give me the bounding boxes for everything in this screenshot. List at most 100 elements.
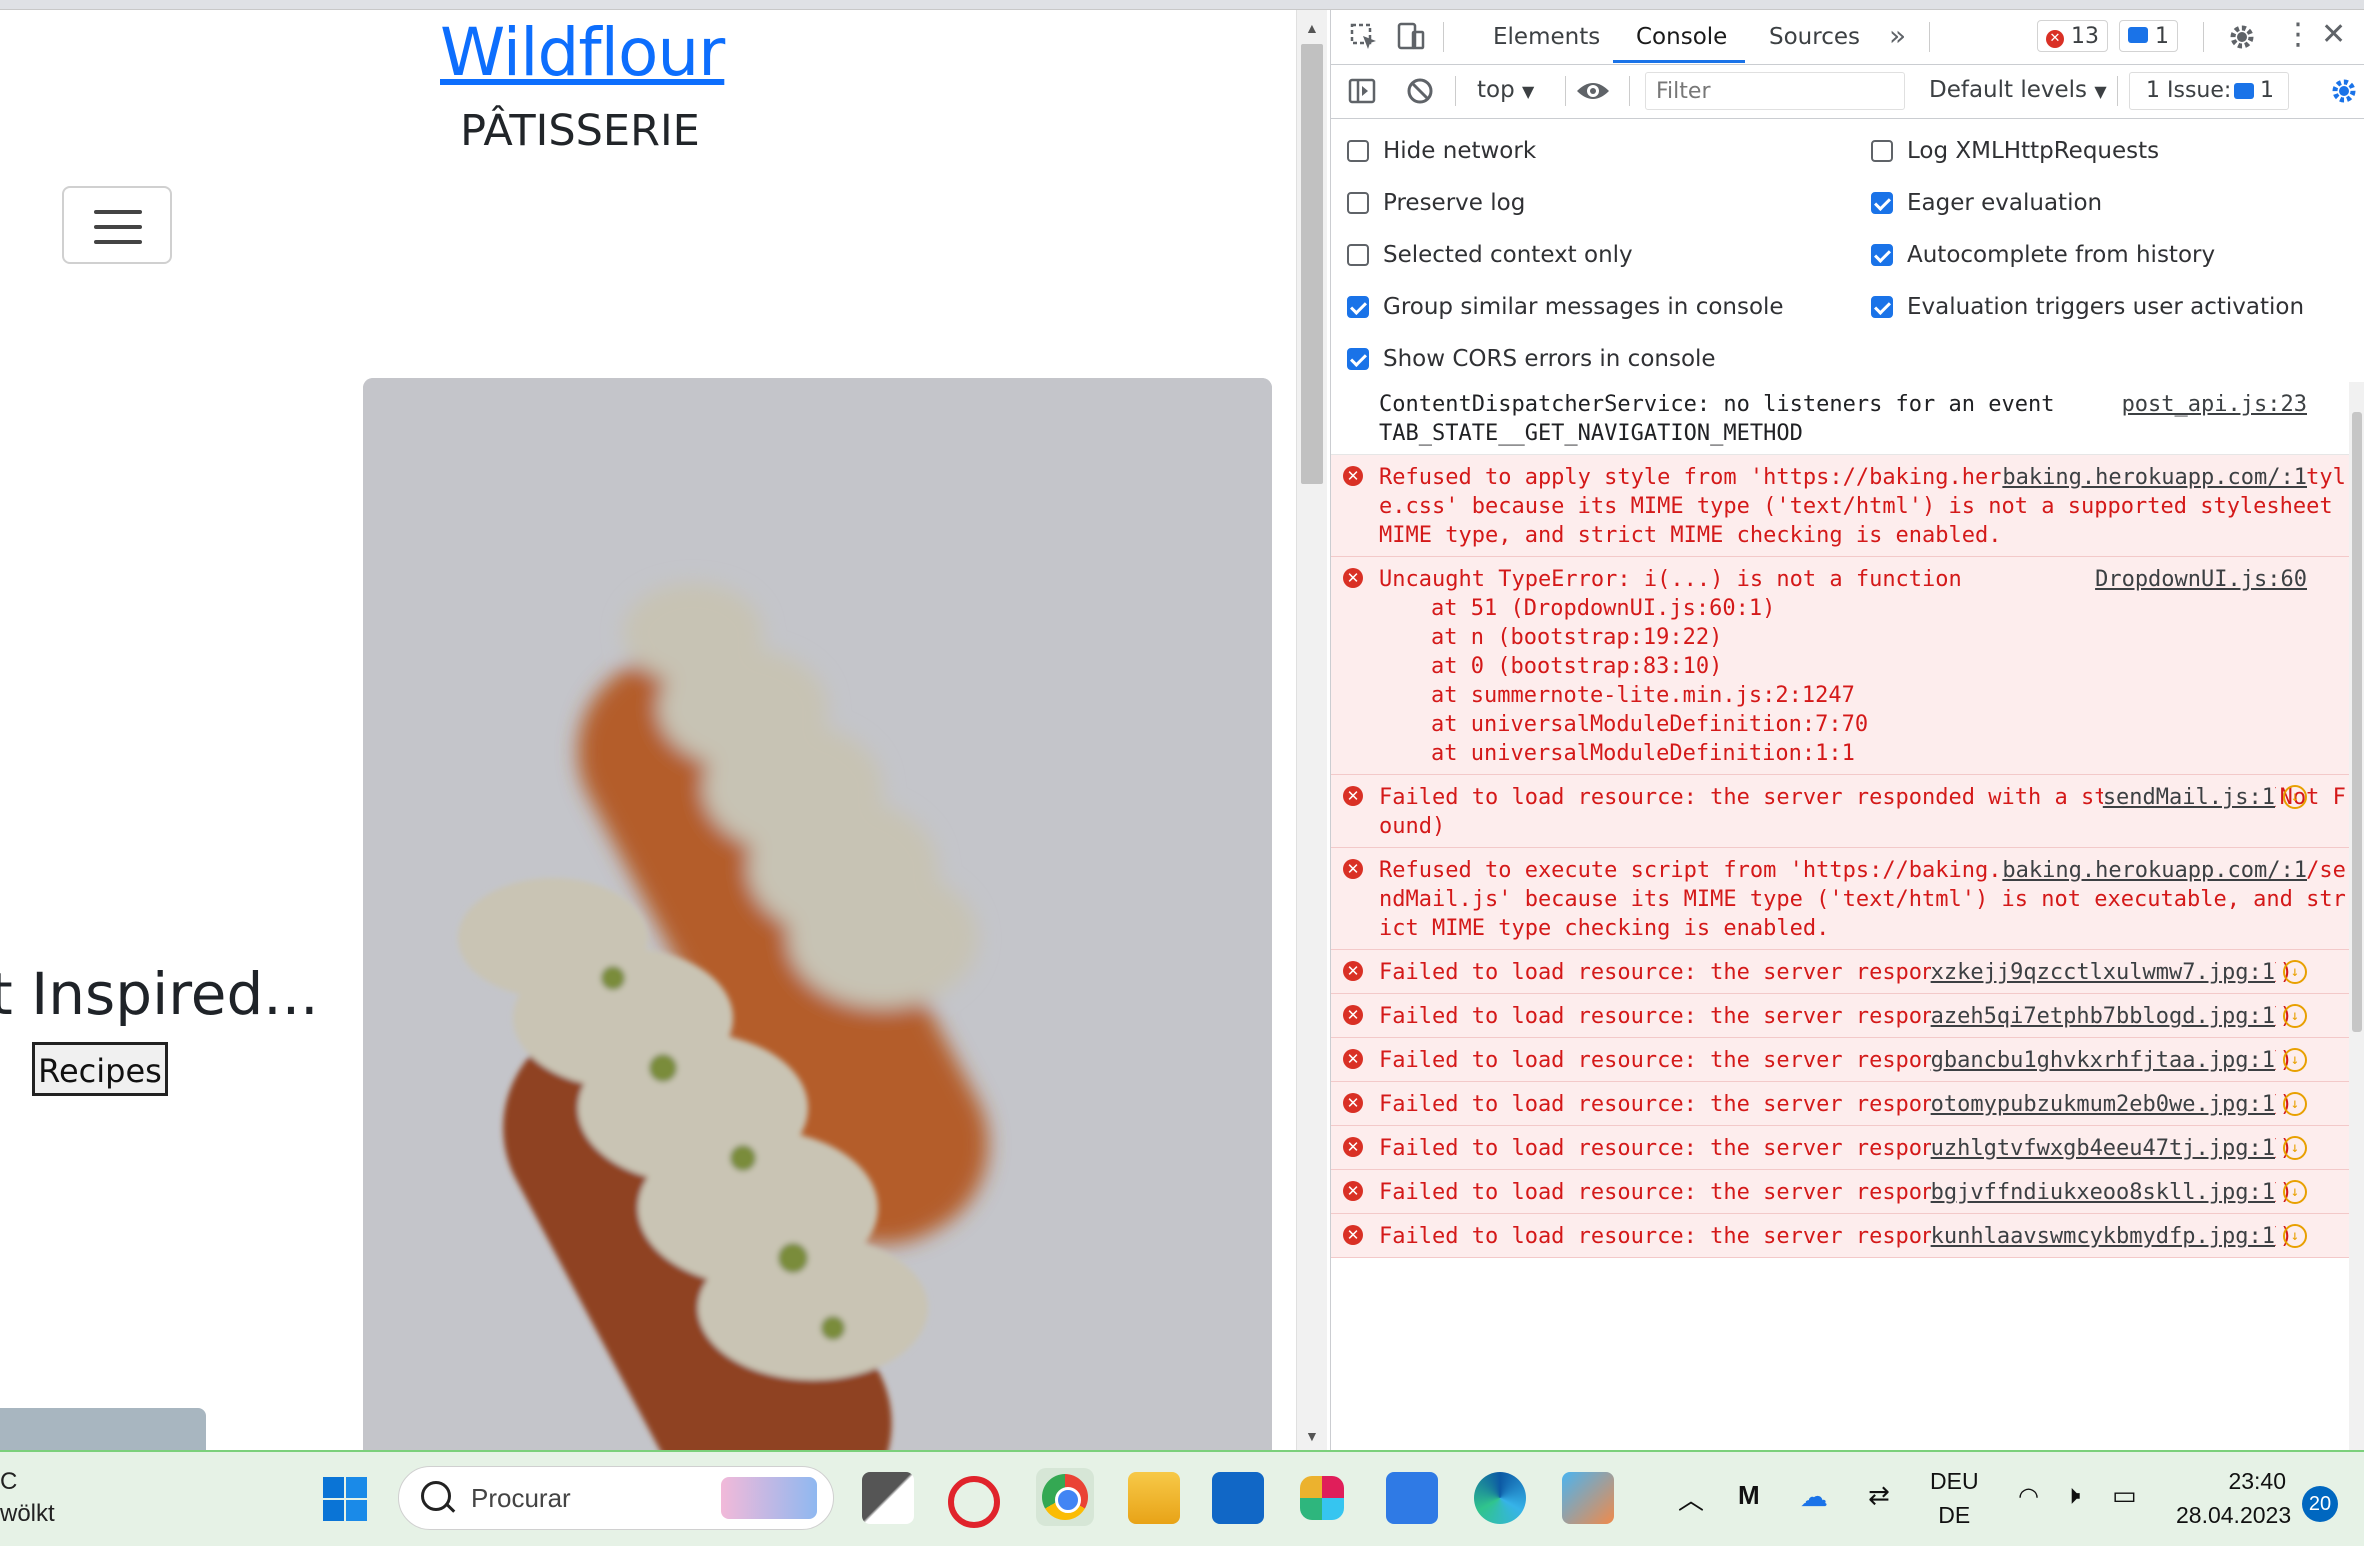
- notification-badge[interactable]: 20: [2302, 1486, 2338, 1522]
- store-icon[interactable]: [1212, 1472, 1264, 1524]
- file-explorer-icon[interactable]: [1128, 1472, 1180, 1524]
- close-icon[interactable]: ✕: [2321, 20, 2346, 50]
- stack-frame[interactable]: at summernote-lite.min.js:2:1247: [1379, 681, 2349, 710]
- context-selector[interactable]: top ▼: [1477, 77, 1534, 103]
- source-link[interactable]: gbancbu1ghvkxrhfjtaa.jpg:1: [1930, 1046, 2275, 1075]
- hamburger-line: [94, 240, 142, 244]
- more-options-icon[interactable]: ⋮: [2283, 20, 2313, 50]
- wifi-icon[interactable]: ◠: [2018, 1482, 2039, 1511]
- source-link[interactable]: DropdownUI.js:60: [2095, 565, 2307, 594]
- inspect-element-icon[interactable]: [1349, 22, 1379, 52]
- network-request-icon[interactable]: ↓: [2283, 960, 2307, 984]
- edge-icon[interactable]: [1474, 1472, 1526, 1524]
- source-link[interactable]: uzhlgtvfwxgb4eeu47tj.jpg:1: [1930, 1134, 2275, 1163]
- checkbox[interactable]: [1347, 140, 1369, 162]
- clock[interactable]: 23:40 28.04.2023: [2176, 1464, 2291, 1532]
- stack-frame[interactable]: at universalModuleDefinition:7:70: [1379, 710, 2349, 739]
- paint-icon[interactable]: [1562, 1472, 1614, 1524]
- filter-input[interactable]: Filter: [1645, 72, 1905, 110]
- source-link[interactable]: bgjvffndiukxeoo8skll.jpg:1: [1930, 1178, 2275, 1207]
- checkbox[interactable]: [1871, 296, 1893, 318]
- stack-frame[interactable]: at universalModuleDefinition:1:1: [1379, 739, 2349, 768]
- error-icon: ✕: [1343, 1181, 1363, 1201]
- network-request-icon[interactable]: ↓: [2283, 1180, 2307, 1204]
- windows-start-icon[interactable]: [322, 1476, 368, 1522]
- network-request-icon[interactable]: ↓: [2283, 1092, 2307, 1116]
- console-scrollbar[interactable]: [2349, 382, 2364, 1450]
- network-request-icon[interactable]: ↓: [2283, 1136, 2307, 1160]
- source-link[interactable]: kunhlaavswmcykbmydfp.jpg:1: [1930, 1222, 2275, 1251]
- setting-autocomplete-history[interactable]: Autocomplete from history: [1871, 242, 2215, 268]
- scroll-up-icon[interactable]: ▲: [1305, 20, 1319, 36]
- console-scrollbar-thumb[interactable]: [2352, 412, 2362, 1032]
- source-link[interactable]: azeh5qi7etphb7bblogd.jpg:1: [1930, 1002, 2275, 1031]
- checkbox[interactable]: [1347, 192, 1369, 214]
- console-messages: ContentDispatcherService: no listeners f…: [1331, 382, 2349, 1450]
- show-hidden-icons[interactable]: ︿: [1678, 1480, 1704, 1517]
- setting-preserve-log[interactable]: Preserve log: [1347, 190, 1525, 216]
- network-request-icon[interactable]: ↓: [2283, 1004, 2307, 1028]
- chrome-button[interactable]: [1036, 1468, 1094, 1526]
- stack-frame[interactable]: at 51 (DropdownUI.js:60:1): [1379, 594, 2349, 623]
- source-link[interactable]: baking.herokuapp.com/:1: [2002, 463, 2307, 492]
- taskbar-search[interactable]: Procurar: [398, 1466, 834, 1530]
- tab-elements[interactable]: Elements: [1493, 24, 1600, 50]
- language-indicator[interactable]: DEU DE: [1930, 1464, 1979, 1532]
- recipes-button[interactable]: Recipes: [32, 1042, 168, 1096]
- device-toolbar-icon[interactable]: [1395, 20, 1425, 52]
- navbar-toggler-button[interactable]: [62, 186, 172, 264]
- stack-frame[interactable]: at n (bootstrap:19:22): [1379, 623, 2349, 652]
- clear-console-icon[interactable]: [1405, 76, 1435, 106]
- more-tabs-icon[interactable]: »: [1889, 22, 1906, 50]
- source-link[interactable]: post_api.js:23: [2121, 390, 2307, 419]
- issues-button[interactable]: 1 Issue: 1: [2129, 72, 2289, 110]
- network-request-icon[interactable]: ↓: [2283, 1048, 2307, 1072]
- console-error-message: ✕ Refused to execute script from 'https:/…: [1331, 848, 2349, 950]
- error-count-badge[interactable]: ✕ 13: [2037, 20, 2108, 52]
- checkbox[interactable]: [1347, 296, 1369, 318]
- setting-show-cors-errors[interactable]: Show CORS errors in console: [1347, 346, 1716, 372]
- log-levels-dropdown[interactable]: Default levels ▼: [1929, 77, 2107, 103]
- live-expression-eye-icon[interactable]: [1575, 78, 1611, 104]
- setting-evaluation-triggers-activation[interactable]: Evaluation triggers user activation: [1871, 294, 2304, 320]
- network-request-icon[interactable]: ↓: [2283, 785, 2307, 809]
- stack-frame[interactable]: at 0 (bootstrap:83:10): [1379, 652, 2349, 681]
- source-link[interactable]: baking.herokuapp.com/:1: [2002, 856, 2307, 885]
- weather-widget[interactable]: C wölkt: [0, 1466, 55, 1530]
- volume-icon[interactable]: 🕨: [2064, 1480, 2080, 1512]
- source-link[interactable]: xzkejj9qzcctlxulwmw7.jpg:1: [1930, 958, 2275, 987]
- source-link[interactable]: otomypubzukmum2eb0we.jpg:1: [1930, 1090, 2275, 1119]
- scroll-down-icon[interactable]: ▼: [1305, 1428, 1319, 1444]
- checkbox[interactable]: [1871, 192, 1893, 214]
- calendar-icon[interactable]: [1386, 1472, 1438, 1524]
- network-request-icon[interactable]: ↓: [2283, 1224, 2307, 1248]
- checkbox[interactable]: [1347, 348, 1369, 370]
- setting-eager-evaluation[interactable]: Eager evaluation: [1871, 190, 2102, 216]
- setting-log-xhr[interactable]: Log XMLHttpRequests: [1871, 138, 2159, 164]
- battery-icon[interactable]: ▭: [2112, 1480, 2137, 1511]
- console-settings-gear-icon[interactable]: [2329, 76, 2359, 106]
- page-scrollbar-thumb[interactable]: [1301, 44, 1323, 484]
- setting-group-similar[interactable]: Group similar messages in console: [1347, 294, 1784, 320]
- gear-icon[interactable]: [2227, 22, 2257, 52]
- setting-hide-network[interactable]: Hide network: [1347, 138, 1536, 164]
- console-error-message: ✕ Failed to load resource: the server res…: [1331, 1170, 2349, 1214]
- checkbox[interactable]: [1871, 244, 1893, 266]
- opera-icon[interactable]: [948, 1476, 1000, 1528]
- tray-settings-icon[interactable]: ⇄: [1868, 1480, 1890, 1511]
- task-view-icon[interactable]: [862, 1472, 914, 1524]
- onedrive-icon[interactable]: ☁: [1800, 1480, 1828, 1513]
- message-count-badge[interactable]: 1: [2119, 20, 2178, 52]
- checkbox[interactable]: [1871, 140, 1893, 162]
- tab-sources[interactable]: Sources: [1769, 24, 1860, 50]
- setting-selected-context-only[interactable]: Selected context only: [1347, 242, 1633, 268]
- app-tray-icon[interactable]: M: [1738, 1480, 1760, 1511]
- source-link[interactable]: sendMail.js:1: [2102, 783, 2275, 812]
- tab-console[interactable]: Console: [1636, 24, 1727, 50]
- brand-link[interactable]: Wildflour: [440, 14, 725, 91]
- divider: [2117, 76, 2118, 106]
- checkbox[interactable]: [1347, 244, 1369, 266]
- slack-icon[interactable]: [1300, 1476, 1344, 1520]
- page-scrollbar[interactable]: ▲ ▼: [1296, 10, 1327, 1450]
- sidebar-toggle-icon[interactable]: [1347, 76, 1377, 106]
